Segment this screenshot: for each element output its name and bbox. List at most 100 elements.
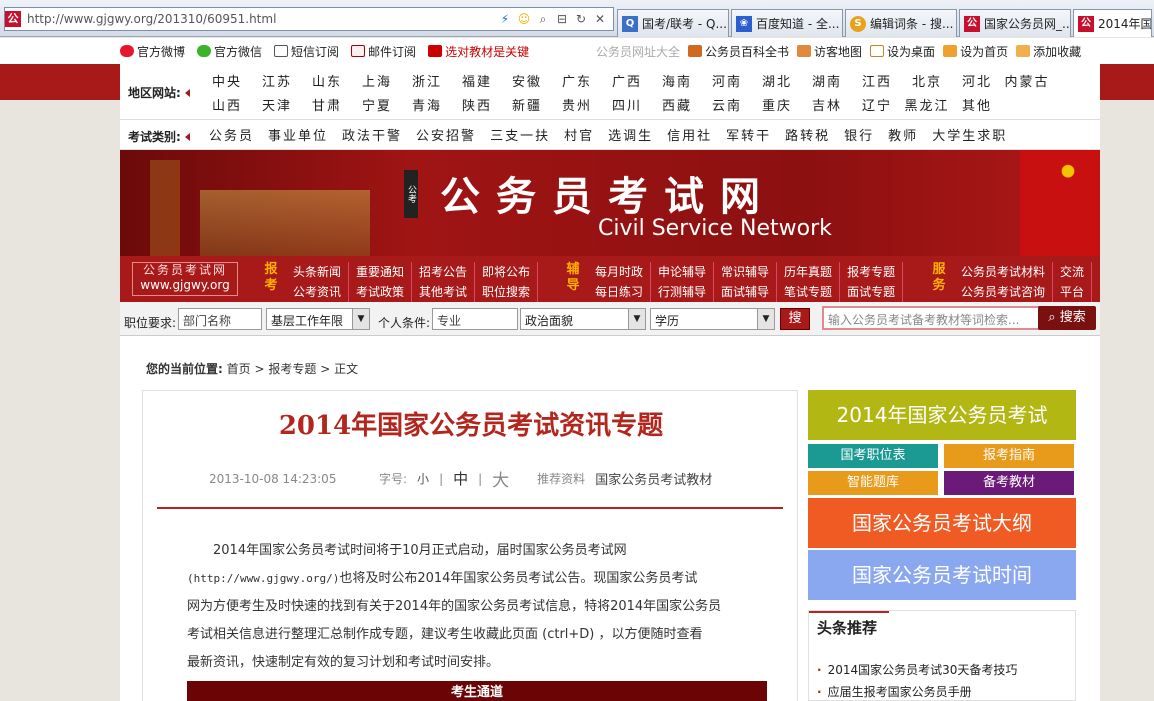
recommend-link[interactable]: 国家公务员考试教材 (595, 469, 712, 488)
region-link[interactable]: 内蒙古 (1002, 71, 1052, 90)
main-nav-link[interactable]: 笔试专题 (777, 282, 841, 302)
main-nav-link[interactable]: 申论辅导 (651, 262, 715, 282)
visitor-map-link[interactable]: 访客地图 (797, 43, 862, 60)
exam-type-link[interactable]: 教师 (881, 125, 925, 144)
main-nav-link[interactable]: 公务员考试咨询 (954, 282, 1054, 302)
education-select[interactable]: 学历 ▼ (650, 308, 775, 330)
exam-outline-banner[interactable]: 国家公务员考试大纲 (808, 498, 1076, 548)
browser-tab[interactable]: S 编辑词条 - 搜... (845, 9, 957, 37)
breadcrumb-section-link[interactable]: 报考专题 (268, 362, 316, 376)
region-link[interactable]: 安徽 (502, 71, 552, 90)
exam-time-banner[interactable]: 国家公务员考试时间 (808, 550, 1076, 600)
refresh-icon[interactable]: ↻ (574, 12, 588, 27)
region-link[interactable]: 其他 (952, 95, 1002, 114)
font-large-button[interactable]: 大 (492, 466, 509, 491)
browser-tab-active[interactable]: 公2014年国家公 (1073, 9, 1152, 37)
region-link[interactable]: 中央 (202, 71, 252, 90)
exam-type-link[interactable]: 军转干 (719, 125, 778, 144)
address-bar[interactable]: 公 http://www.gjgwy.org/201310/60951.html… (4, 7, 614, 31)
add-favorite-link[interactable]: 添加收藏 (1016, 43, 1081, 60)
stop-icon[interactable]: ✕ (593, 12, 607, 27)
main-nav-link[interactable]: 常识辅导 (714, 262, 778, 282)
main-nav-link[interactable]: 历年真题 (777, 262, 841, 282)
browser-tab[interactable]: ❀ 百度知道 - 全... (731, 9, 843, 37)
region-link[interactable]: 海南 (652, 71, 702, 90)
region-link[interactable]: 广西 (602, 71, 652, 90)
work-years-select[interactable]: 基层工作年限 ▼ (266, 308, 370, 330)
region-link[interactable]: 山西 (202, 95, 252, 114)
main-nav-link[interactable]: 每月时政 (588, 262, 652, 282)
region-link[interactable]: 浙江 (402, 71, 452, 90)
main-nav-link[interactable]: 招考公告 (412, 262, 476, 282)
headline-link[interactable]: 应届生报考国家公务员手册 (817, 683, 972, 700)
main-nav-link[interactable]: 其他考试 (412, 282, 476, 302)
region-link[interactable]: 青海 (402, 95, 452, 114)
exam-type-link[interactable]: 银行 (837, 125, 881, 144)
main-nav-link[interactable]: 公务员考试材料 (954, 262, 1054, 282)
region-link[interactable]: 山东 (302, 71, 352, 90)
email-subscribe-link[interactable]: 邮件订阅 (351, 43, 416, 60)
exam-type-link[interactable]: 公务员 (202, 125, 261, 144)
main-nav-link[interactable]: 行测辅导 (651, 282, 715, 302)
url-text[interactable]: http://www.gjgwy.org/201310/60951.html (27, 12, 498, 26)
region-link[interactable]: 广东 (552, 71, 602, 90)
main-nav-link[interactable]: 公考资讯 (286, 282, 350, 302)
browser-tab[interactable]: Q 国考/联考 - Q... (617, 9, 729, 37)
region-link[interactable]: 北京 (902, 71, 952, 90)
url-directory-link[interactable]: 公务员网址大全 (596, 43, 680, 60)
department-input[interactable]: 部门名称 (178, 308, 262, 330)
region-link[interactable]: 江西 (852, 71, 902, 90)
region-link[interactable]: 福建 (452, 71, 502, 90)
region-link[interactable]: 甘肃 (302, 95, 352, 114)
job-search-button[interactable]: 搜 (780, 308, 810, 330)
guide-button[interactable]: 报考指南 (944, 444, 1074, 468)
smiley-icon[interactable]: ☺ (517, 12, 531, 27)
site-search-button[interactable]: ⌕ 搜索 (1038, 306, 1096, 330)
region-link[interactable]: 陕西 (452, 95, 502, 114)
font-small-button[interactable]: 小 (417, 470, 429, 487)
exam-type-link[interactable]: 选调生 (601, 125, 660, 144)
politics-select[interactable]: 政治面貌 ▼ (520, 308, 646, 330)
region-link[interactable]: 吉林 (802, 95, 852, 114)
set-homepage-link[interactable]: 设为首页 (943, 43, 1008, 60)
textbook-button[interactable]: 备考教材 (944, 471, 1074, 495)
exam-type-link[interactable]: 三支一扶 (483, 125, 557, 144)
exam-type-link[interactable]: 路转税 (778, 125, 837, 144)
major-input[interactable]: 专业 (432, 308, 518, 330)
exam-type-link[interactable]: 政法干警 (335, 125, 409, 144)
browser-tab[interactable]: 公国家公务员网_... (959, 9, 1071, 37)
region-link[interactable]: 河北 (952, 71, 1002, 90)
main-nav-link[interactable]: 每日练习 (588, 282, 652, 302)
site-search-input[interactable]: 输入公务员考试备考教材等词检索... (822, 306, 1040, 330)
main-nav-link[interactable]: 考试政策 (349, 282, 413, 302)
main-nav-link[interactable]: 头条新闻 (286, 262, 350, 282)
encyclopedia-link[interactable]: 公务员百科全书 (688, 43, 789, 60)
region-link[interactable]: 江苏 (252, 71, 302, 90)
main-nav-link[interactable]: 面试辅导 (714, 282, 778, 302)
main-nav-link[interactable]: 报考专题 (840, 262, 904, 282)
main-nav-link[interactable]: 重要通知 (349, 262, 413, 282)
compat-view-icon[interactable]: ⊟ (555, 12, 569, 27)
region-link[interactable]: 新疆 (502, 95, 552, 114)
region-link[interactable]: 天津 (252, 95, 302, 114)
question-bank-button[interactable]: 智能题库 (808, 471, 938, 495)
lightning-icon[interactable]: ⚡ (498, 12, 512, 27)
region-link[interactable]: 贵州 (552, 95, 602, 114)
region-link[interactable]: 湖南 (802, 71, 852, 90)
region-link[interactable]: 四川 (602, 95, 652, 114)
headline-link[interactable]: 2014国家公务员考试30天备考技巧 (817, 661, 1018, 678)
breadcrumb-home-link[interactable]: 首页 (227, 362, 251, 376)
region-link[interactable]: 上海 (352, 71, 402, 90)
sms-subscribe-link[interactable]: 短信订阅 (274, 43, 339, 60)
region-link[interactable]: 黑龙江 (902, 95, 952, 114)
main-nav-link[interactable]: 平台 (1053, 282, 1093, 302)
main-nav-link[interactable]: 交流 (1053, 262, 1093, 282)
search-icon[interactable]: ⌕ (536, 12, 550, 27)
exam-type-link[interactable]: 信用社 (660, 125, 719, 144)
weibo-link[interactable]: 官方微博 (120, 43, 185, 60)
set-desktop-link[interactable]: 设为桌面 (870, 43, 935, 60)
region-link[interactable]: 云南 (702, 95, 752, 114)
region-link[interactable]: 辽宁 (852, 95, 902, 114)
job-list-button[interactable]: 国考职位表 (808, 444, 938, 468)
region-link[interactable]: 重庆 (752, 95, 802, 114)
